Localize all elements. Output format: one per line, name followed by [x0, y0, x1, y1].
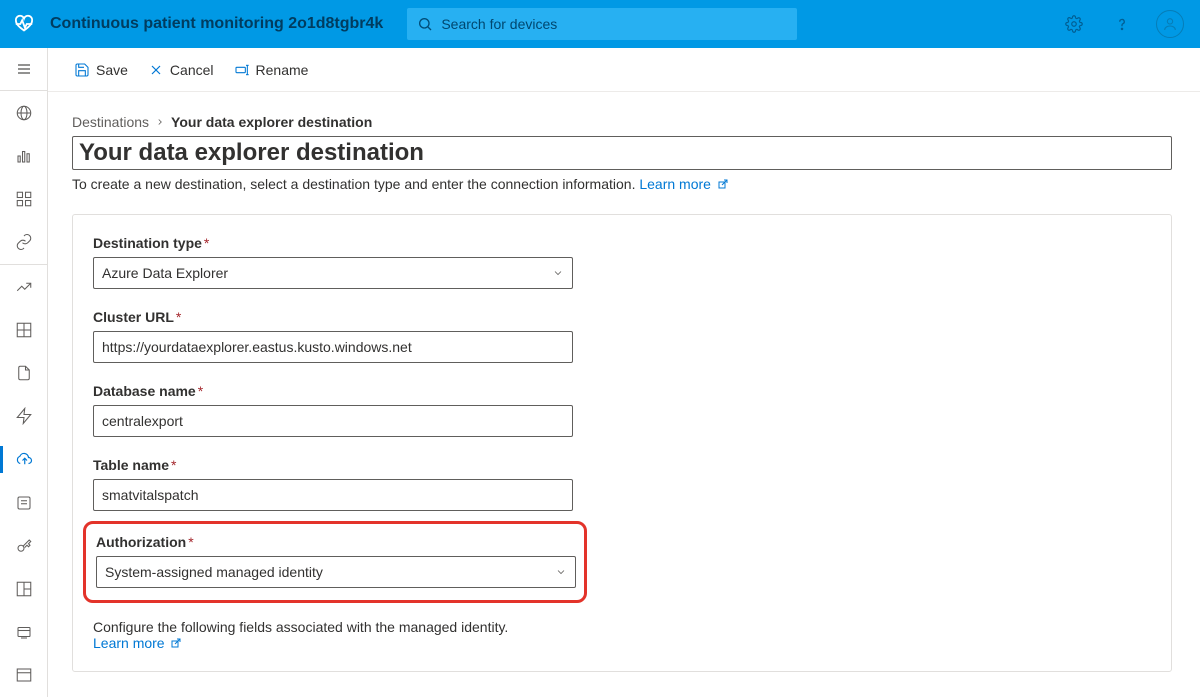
rename-button[interactable]: Rename	[232, 58, 311, 82]
rename-icon	[234, 62, 250, 78]
nav-item-permissions[interactable]	[0, 524, 48, 567]
close-icon	[148, 62, 164, 78]
destination-type-select[interactable]: Azure Data Explorer	[93, 257, 573, 289]
main-scroll: Destinations Your data explorer destinat…	[48, 92, 1200, 697]
chevron-down-icon	[552, 267, 564, 279]
topbar-actions	[1060, 10, 1188, 38]
nav-item-data-export[interactable]	[0, 438, 48, 481]
authorization-highlight: Authorization* System-assigned managed i…	[83, 521, 587, 603]
app-logo-icon	[12, 12, 36, 36]
save-icon	[74, 62, 90, 78]
app-title: Continuous patient monitoring 2o1d8tgbr4…	[50, 15, 383, 33]
table-name-input[interactable]	[93, 479, 573, 511]
settings-button[interactable]	[1060, 10, 1088, 38]
cancel-label: Cancel	[170, 62, 214, 78]
field-authorization: Authorization* System-assigned managed i…	[96, 534, 574, 588]
nav-item-globe[interactable]	[0, 91, 48, 134]
nav-item-templates[interactable]	[0, 221, 48, 264]
account-button[interactable]	[1156, 10, 1184, 38]
authorization-label: Authorization*	[96, 534, 574, 550]
list-icon	[15, 494, 33, 512]
help-button[interactable]	[1108, 10, 1136, 38]
nav-toggle[interactable]	[0, 48, 48, 91]
nav-item-rules[interactable]	[0, 395, 48, 438]
left-rail	[0, 48, 48, 697]
chevron-right-icon	[155, 117, 165, 127]
rename-label: Rename	[256, 62, 309, 78]
form-card: Destination type* Azure Data Explorer Cl…	[72, 214, 1172, 672]
database-name-label: Database name*	[93, 383, 1151, 399]
page-subtext: To create a new destination, select a de…	[72, 176, 1172, 192]
bar-chart-icon	[15, 147, 33, 165]
save-label: Save	[96, 62, 128, 78]
panel-icon	[15, 666, 33, 684]
breadcrumb-current: Your data explorer destination	[171, 114, 372, 130]
link-icon	[15, 233, 33, 251]
main-layout: Save Cancel Rename Destinations Your dat…	[0, 48, 1200, 697]
hardware-icon	[15, 623, 33, 641]
nav-item-files[interactable]	[0, 351, 48, 394]
question-icon	[1113, 15, 1131, 33]
destination-type-value: Azure Data Explorer	[102, 265, 228, 281]
helper-text: Configure the following fields associate…	[93, 619, 1151, 651]
cluster-url-label: Cluster URL*	[93, 309, 1151, 325]
nav-item-analytics[interactable]	[0, 265, 48, 308]
nav-item-devices[interactable]	[0, 134, 48, 177]
globe-icon	[15, 104, 33, 122]
hamburger-icon	[16, 61, 32, 77]
breadcrumb: Destinations Your data explorer destinat…	[72, 114, 1172, 130]
nav-item-hardware[interactable]	[0, 611, 48, 654]
database-name-input[interactable]	[93, 405, 573, 437]
bolt-icon	[15, 407, 33, 425]
chevron-down-icon	[555, 566, 567, 578]
nav-item-groups[interactable]	[0, 178, 48, 221]
search-input[interactable]	[441, 16, 787, 32]
layout-icon	[15, 580, 33, 598]
external-link-icon	[717, 178, 729, 190]
field-database-name: Database name*	[93, 383, 1151, 437]
content-area: Save Cancel Rename Destinations Your dat…	[48, 48, 1200, 697]
destination-name-input[interactable]	[72, 136, 1172, 170]
field-destination-type: Destination type* Azure Data Explorer	[93, 235, 1151, 289]
table-name-label: Table name*	[93, 457, 1151, 473]
toolbar: Save Cancel Rename	[48, 48, 1200, 92]
nav-item-dashboards[interactable]	[0, 308, 48, 351]
person-icon	[1162, 16, 1178, 32]
cancel-button[interactable]: Cancel	[146, 58, 216, 82]
cloud-arrow-icon	[15, 450, 33, 468]
helper-learn-more-link[interactable]: Learn more	[93, 635, 182, 651]
authorization-select[interactable]: System-assigned managed identity	[96, 556, 576, 588]
field-cluster-url: Cluster URL*	[93, 309, 1151, 363]
file-icon	[15, 364, 33, 382]
grid-icon	[15, 190, 33, 208]
nav-item-layout[interactable]	[0, 567, 48, 610]
search-icon	[417, 16, 433, 32]
learn-more-link[interactable]: Learn more	[639, 176, 728, 192]
destination-type-label: Destination type*	[93, 235, 1151, 251]
nav-item-more[interactable]	[0, 654, 48, 697]
key-icon	[15, 537, 33, 555]
dashboard-icon	[15, 321, 33, 339]
analytics-icon	[15, 278, 33, 296]
save-button[interactable]: Save	[72, 58, 130, 82]
external-link-icon	[170, 637, 182, 649]
field-table-name: Table name*	[93, 457, 1151, 511]
gear-icon	[1065, 15, 1083, 33]
nav-item-views[interactable]	[0, 481, 48, 524]
search-box[interactable]	[407, 8, 797, 40]
breadcrumb-root[interactable]: Destinations	[72, 114, 149, 130]
topbar: Continuous patient monitoring 2o1d8tgbr4…	[0, 0, 1200, 48]
authorization-value: System-assigned managed identity	[105, 564, 323, 580]
cluster-url-input[interactable]	[93, 331, 573, 363]
